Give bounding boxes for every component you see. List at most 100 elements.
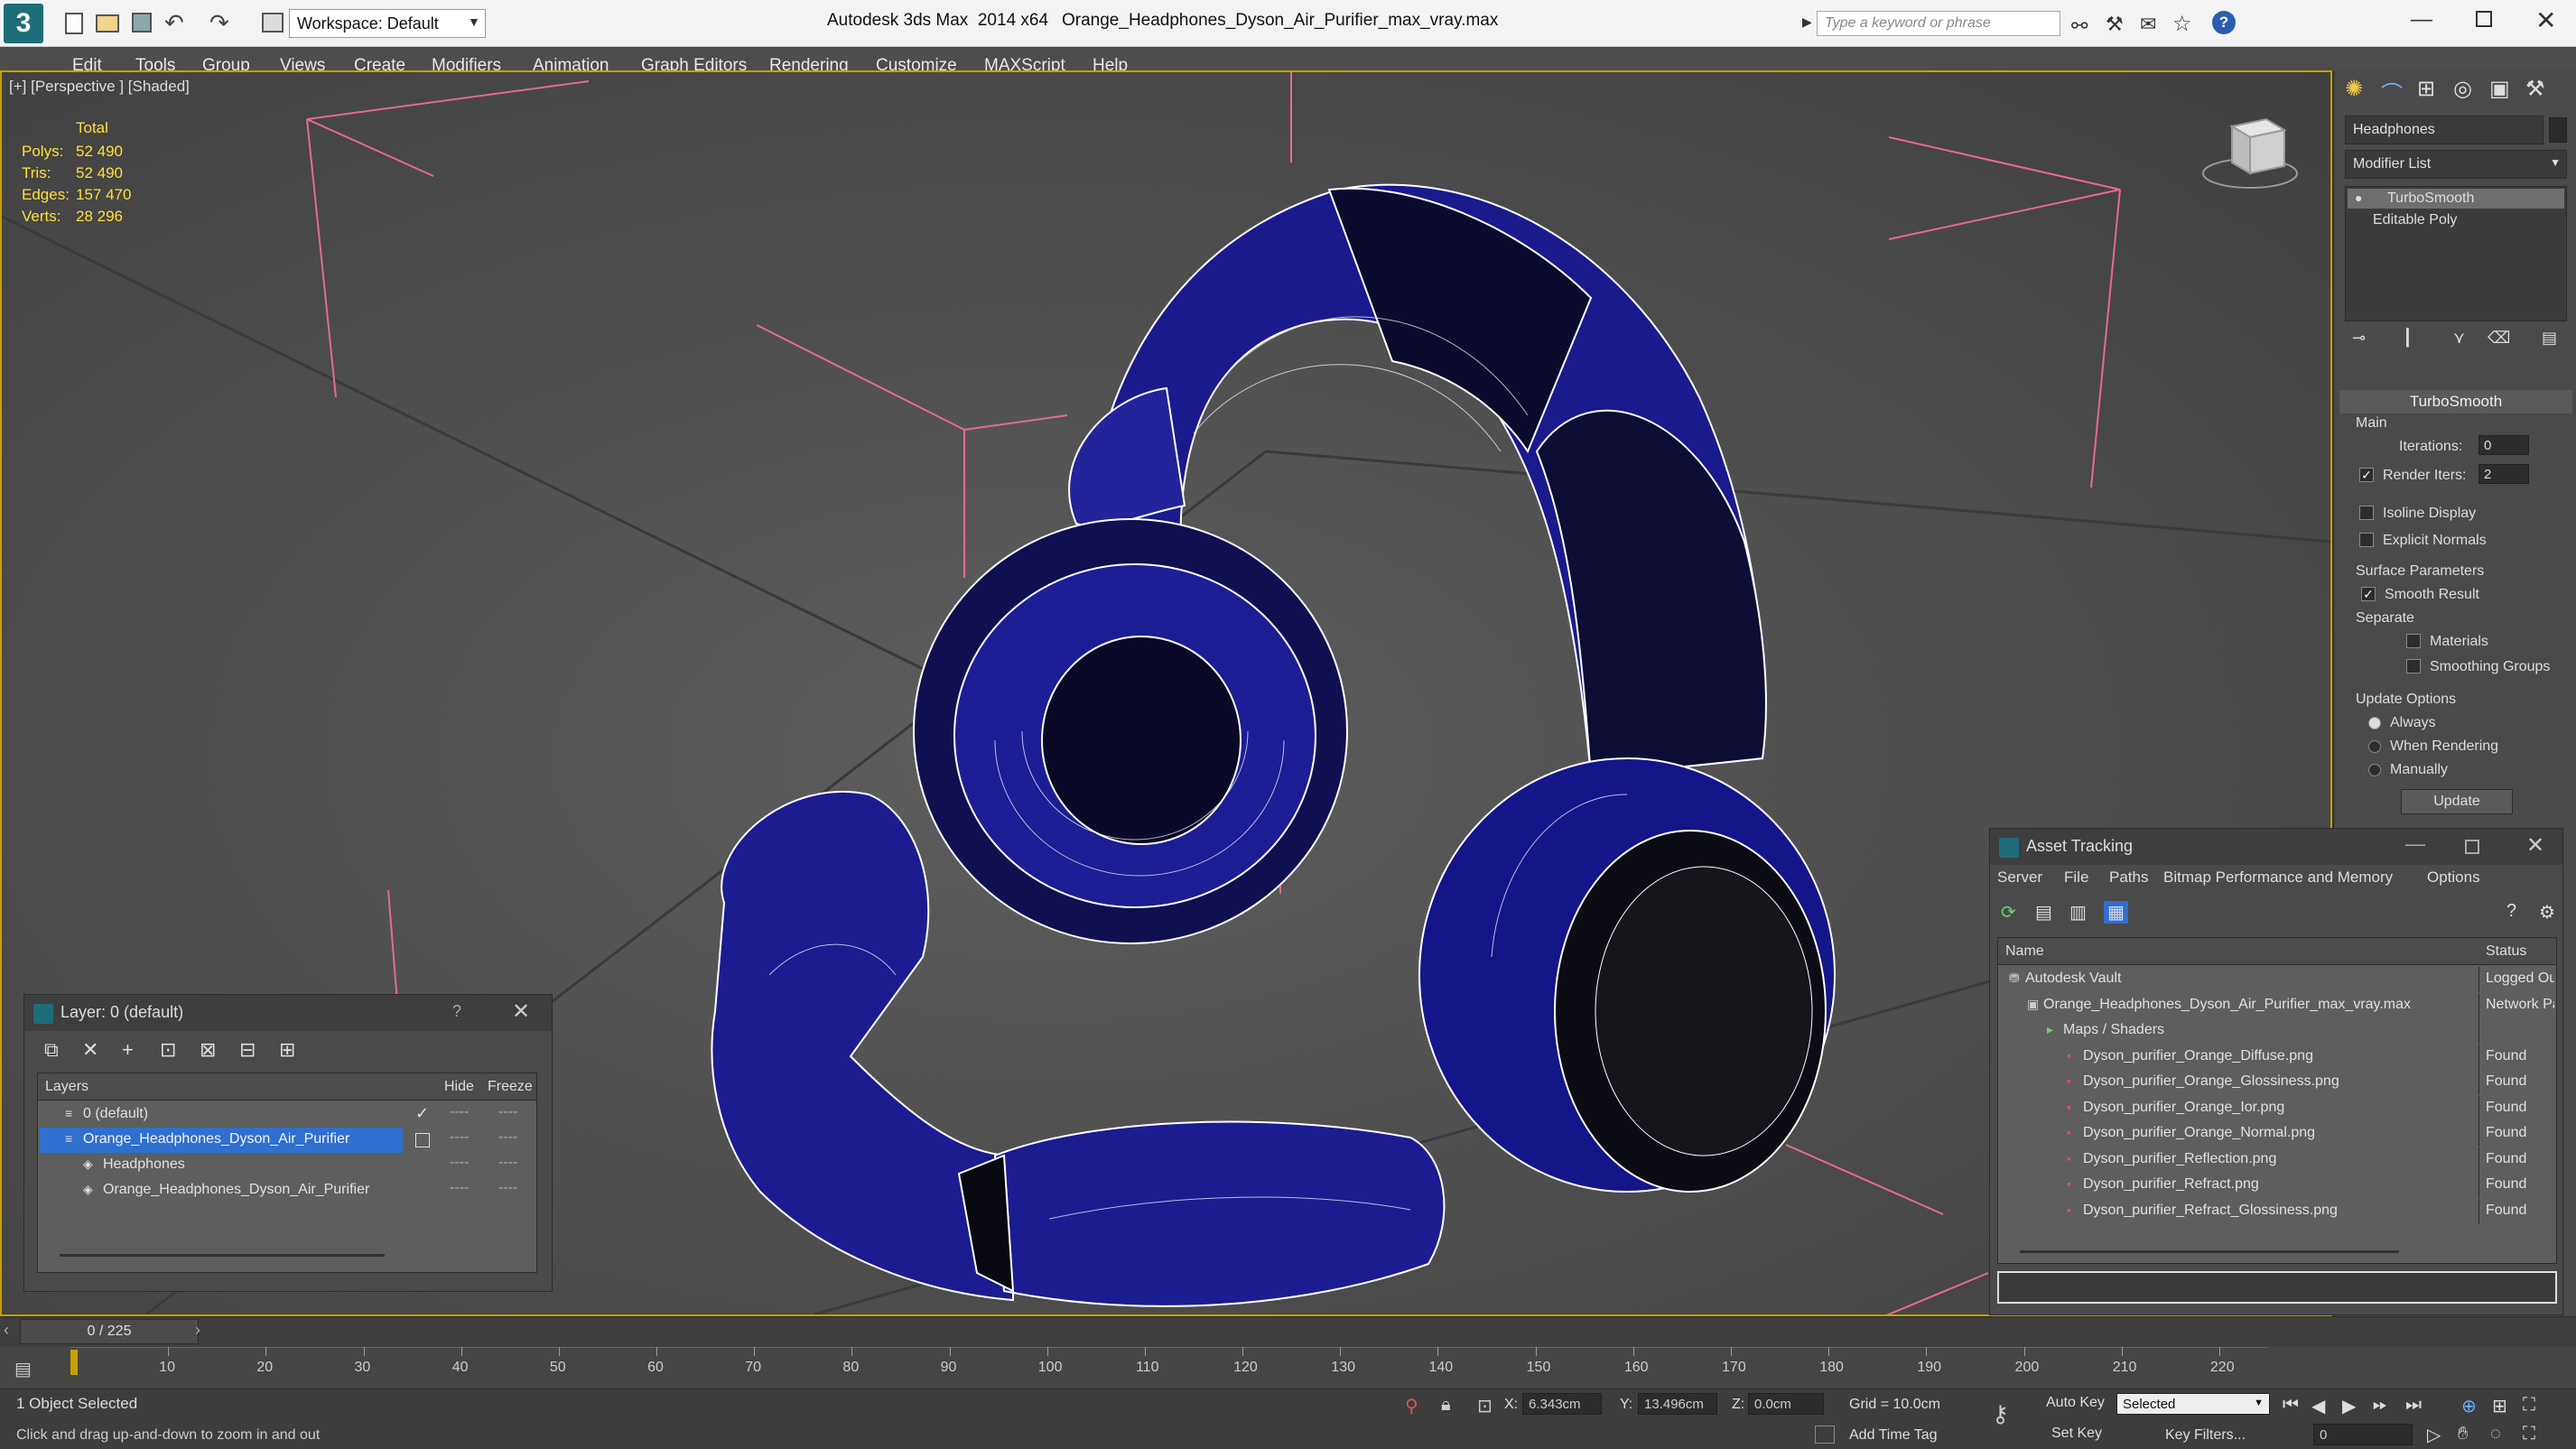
undo-icon[interactable]: ↶	[164, 9, 184, 37]
zoom-icon[interactable]: ⊕	[2461, 1395, 2477, 1417]
layer-hide-toggle[interactable]: ----	[450, 1180, 469, 1196]
thumbnail-view-icon[interactable]: ▥	[2069, 901, 2087, 924]
isolate-icon[interactable]: ⚲	[1405, 1395, 1418, 1417]
save-icon[interactable]	[132, 13, 152, 33]
modify-tab-icon[interactable]: ⌒	[2381, 76, 2403, 107]
asset-close-button[interactable]: ✕	[2526, 832, 2544, 859]
when-rendering-radio[interactable]	[2368, 740, 2381, 753]
hierarchy-tab-icon[interactable]: ⊞	[2417, 76, 2435, 102]
isoline-display-checkbox[interactable]	[2359, 506, 2374, 520]
communication-icon[interactable]: ✉	[2140, 13, 2156, 36]
asset-row[interactable]: ⛃ Autodesk Vault Logged Ou	[1998, 967, 2556, 992]
layer-freeze-toggle[interactable]: ----	[498, 1155, 517, 1171]
x-coord-field[interactable]: 6.343cm	[1522, 1393, 1602, 1415]
object-name-field[interactable]: Headphones	[2345, 116, 2543, 144]
hide-column-header[interactable]: Hide	[444, 1079, 474, 1095]
display-tab-icon[interactable]: ▣	[2489, 76, 2510, 102]
workspace-arrow-icon[interactable]: ▼	[468, 14, 480, 29]
add-time-tag[interactable]: Add Time Tag	[1849, 1427, 1938, 1444]
status-column-header[interactable]: Status	[2486, 943, 2526, 960]
favorites-icon[interactable]: ☆	[2172, 11, 2192, 37]
layer-freeze-toggle[interactable]: ----	[498, 1129, 517, 1146]
asset-row[interactable]: ▪ Dyson_purifier_Reflection.png Found	[1998, 1147, 2556, 1173]
asset-settings-icon[interactable]: ⚙	[2539, 901, 2555, 924]
configure-sets-icon[interactable]: ▤	[2542, 329, 2557, 348]
maximize-button[interactable]	[2476, 11, 2492, 27]
highlight-layer-icon[interactable]: ⊠	[200, 1038, 216, 1062]
motion-tab-icon[interactable]: ◎	[2453, 76, 2472, 102]
name-column-header[interactable]: Name	[2005, 943, 2044, 960]
refresh-icon[interactable]: ⟳	[2001, 901, 2016, 924]
z-coord-field[interactable]: 0.0cm	[1748, 1393, 1824, 1415]
zoom-extents-icon[interactable]: ⛶	[2523, 1395, 2535, 1416]
layer-hide-toggle[interactable]: ----	[450, 1129, 469, 1146]
asset-row[interactable]: ▪ Dyson_purifier_Refract.png Found	[1998, 1173, 2556, 1198]
layer-row-default[interactable]: ≡ 0 (default) ✓ ---- ----	[38, 1102, 536, 1128]
iterations-spinner[interactable]: 0	[2478, 435, 2529, 455]
current-layer-check-icon[interactable]: ✓	[415, 1104, 429, 1123]
layer-hide-toggle[interactable]: ----	[450, 1155, 469, 1171]
asset-menu-bitmap[interactable]: Bitmap Performance and Memory	[2163, 868, 2393, 887]
help-icon[interactable]: ?	[2212, 11, 2236, 34]
asset-menu-paths[interactable]: Paths	[2109, 868, 2148, 887]
key-filters-button[interactable]: Key Filters...	[2165, 1427, 2246, 1444]
add-to-layer-icon[interactable]: +	[122, 1038, 134, 1062]
asset-minimize-button[interactable]: —	[2405, 832, 2425, 856]
project-folder-icon[interactable]	[262, 13, 284, 33]
lock-selection-icon[interactable]: 🔒︎	[1441, 1395, 1451, 1416]
layer-close-button[interactable]: ✕	[512, 999, 530, 1025]
previous-frame-icon[interactable]: ◀︎	[2311, 1395, 2325, 1417]
asset-row[interactable]: ▸ Maps / Shaders	[1998, 1018, 2556, 1044]
manually-radio[interactable]	[2368, 764, 2381, 776]
set-key-button[interactable]: Set Key	[2051, 1426, 2102, 1442]
update-button[interactable]: Update	[2401, 789, 2513, 814]
next-frame-icon[interactable]: ⏩︎	[2373, 1395, 2387, 1416]
app-logo-icon[interactable]: 3	[4, 4, 43, 43]
go-to-start-icon[interactable]: ⏮	[2283, 1395, 2299, 1416]
delete-layer-icon[interactable]: ✕	[82, 1038, 98, 1062]
layers-column-header[interactable]: Layers	[45, 1079, 88, 1095]
asset-table-scrollbar[interactable]	[2020, 1250, 2399, 1253]
remove-modifier-icon[interactable]: ⌫	[2488, 329, 2510, 348]
field-of-view-icon[interactable]: ▷	[2427, 1424, 2441, 1446]
always-radio[interactable]	[2368, 717, 2381, 729]
layer-row-orange-headphones[interactable]: ≡ Orange_Headphones_Dyson_Air_Purifier -…	[38, 1128, 536, 1153]
list-view-icon[interactable]: ▤	[2035, 901, 2052, 924]
layer-list-scrollbar[interactable]	[60, 1254, 385, 1257]
minimize-button[interactable]: —	[2411, 7, 2432, 33]
smoothing-groups-checkbox[interactable]	[2406, 659, 2421, 673]
layer-row-headphones-object[interactable]: ◈ Headphones ---- ----	[38, 1153, 536, 1178]
select-objects-icon[interactable]: ⊡	[160, 1038, 176, 1062]
key-mode-icon[interactable]: ⚷	[1992, 1400, 2009, 1428]
current-frame-marker[interactable]	[70, 1350, 78, 1375]
freeze-column-header[interactable]: Freeze	[488, 1079, 533, 1095]
workspace-dropdown[interactable]: Workspace: Default	[289, 9, 486, 38]
lightbulb-icon[interactable]: ●	[2355, 190, 2362, 205]
asset-row[interactable]: ▪ Dyson_purifier_Orange_Normal.png Found	[1998, 1121, 2556, 1147]
smooth-result-checkbox[interactable]: ✓	[2361, 587, 2376, 601]
asset-help-icon[interactable]: ?	[2506, 901, 2516, 922]
layer-help-button[interactable]: ?	[452, 1002, 461, 1021]
asset-row[interactable]: ▪ Dyson_purifier_Orange_Glossiness.png Fou…	[1998, 1070, 2556, 1095]
pin-stack-icon[interactable]: ⊸	[2352, 329, 2366, 348]
render-iters-spinner[interactable]: 2	[2478, 464, 2529, 484]
current-layer-box-icon[interactable]	[415, 1133, 430, 1147]
go-to-end-icon[interactable]: ⏭	[2405, 1395, 2422, 1416]
search-input[interactable]: Type a keyword or phrase	[1817, 11, 2060, 36]
track-bar[interactable]: ▤ 10 20 30 40 50 60 70 80 90 100 110 120 130 140 150 16…	[0, 1347, 2576, 1389]
stack-item-turbosmooth[interactable]: TurboSmooth	[2348, 189, 2564, 209]
asset-maximize-button[interactable]	[2465, 840, 2479, 854]
auto-key-button[interactable]: Auto Key	[2046, 1395, 2105, 1411]
layer-row-orange-object[interactable]: ◈ Orange_Headphones_Dyson_Air_Purifier -…	[38, 1178, 536, 1203]
asset-row[interactable]: ▪ Dyson_purifier_Orange_Diffuse.png Found	[1998, 1044, 2556, 1070]
redo-icon[interactable]: ↷	[209, 9, 229, 37]
layer-freeze-toggle[interactable]: ----	[498, 1180, 517, 1196]
open-file-icon[interactable]	[96, 14, 119, 33]
show-end-result-icon[interactable]: ┃	[2403, 329, 2413, 348]
asset-menu-server[interactable]: Server	[1997, 868, 2042, 887]
pan-view-icon[interactable]: ✋︎	[2458, 1424, 2468, 1444]
freeze-all-icon[interactable]: ⊞	[279, 1038, 295, 1062]
orbit-icon[interactable]: ◌	[2490, 1424, 2501, 1444]
maximize-viewport-icon[interactable]: ⛶	[2523, 1424, 2535, 1444]
new-file-icon[interactable]	[65, 13, 83, 34]
